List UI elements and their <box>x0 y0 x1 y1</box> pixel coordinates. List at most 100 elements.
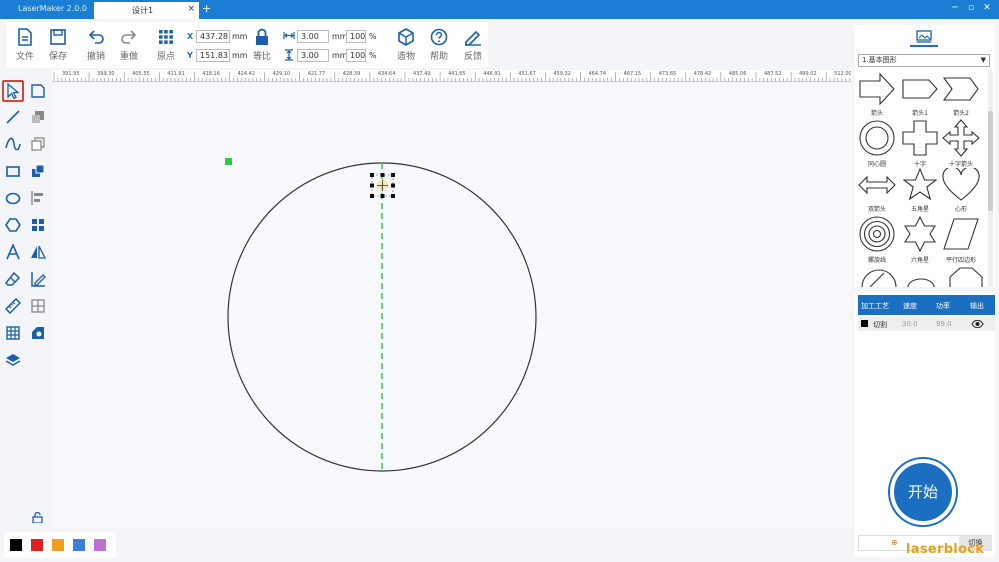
build-button[interactable]: 造物 <box>389 28 423 62</box>
parallelogram-icon <box>943 218 979 250</box>
ruler-label: 487.52 <box>764 71 782 77</box>
height-input[interactable]: 3.00 <box>297 49 329 62</box>
image-icon[interactable] <box>916 30 932 43</box>
group-tool[interactable] <box>27 106 49 128</box>
shape-arrow[interactable]: 箭头 <box>856 72 898 122</box>
copy-tool[interactable] <box>27 133 49 155</box>
select-tool[interactable] <box>2 80 24 102</box>
array-tool[interactable] <box>27 214 49 236</box>
shape-arrow2[interactable]: 箭头2 <box>940 72 982 122</box>
undo-label: 撤销 <box>86 52 105 62</box>
tab-close-icon[interactable]: × <box>187 4 195 14</box>
color-swatch-purple[interactable] <box>94 539 106 551</box>
cube-icon <box>398 28 414 46</box>
camera-tool[interactable] <box>27 322 49 344</box>
scrollbar-thumb[interactable] <box>988 111 993 211</box>
width-input[interactable]: 3.00 <box>297 30 329 43</box>
ruler-label: 451.67 <box>518 71 536 77</box>
shape-heart[interactable]: 心形 <box>940 168 982 218</box>
header-speed: 速度 <box>903 302 917 310</box>
rectangle-tool[interactable] <box>2 160 24 182</box>
shape-cross[interactable]: 十字 <box>899 119 941 169</box>
shape-ring[interactable]: 同心圆 <box>856 119 898 169</box>
polygon-tool[interactable] <box>2 214 24 236</box>
save-button[interactable]: 保存 <box>41 28 75 62</box>
shape-star5[interactable]: 五角星 <box>899 168 941 218</box>
shape-category-select[interactable]: 1.基本图形 ▼ <box>858 54 990 67</box>
color-swatch-red[interactable] <box>31 539 43 551</box>
file-button[interactable]: 文件 <box>8 28 42 62</box>
help-icon <box>430 28 448 46</box>
shape-scrollbar[interactable] <box>988 71 993 287</box>
node-edit-tool[interactable] <box>27 80 49 102</box>
process-row-cut[interactable]: 切割 30.0 99.0 <box>858 317 995 331</box>
maximize-icon[interactable]: ▫ <box>964 3 978 13</box>
measure-tool[interactable] <box>2 295 24 317</box>
double-arrow-icon <box>858 175 896 195</box>
align-tool[interactable] <box>27 187 49 209</box>
file-icon <box>18 28 32 46</box>
ruler-label: 464.74 <box>588 71 607 77</box>
text-tool[interactable] <box>2 241 24 263</box>
add-circle-icon: ⊕ <box>891 538 898 547</box>
y-input[interactable]: 151.83 <box>196 49 230 62</box>
undo-button[interactable]: 撤销 <box>79 28 113 62</box>
redo-button[interactable]: 重做 <box>112 28 146 62</box>
color-swatch-orange[interactable] <box>52 539 64 551</box>
chevron-down-icon: ▼ <box>980 56 986 64</box>
ruler-label: 391.95 <box>62 71 80 77</box>
color-swatch-black[interactable] <box>10 539 22 551</box>
shape-double-arrow[interactable]: 双箭头 <box>856 168 898 218</box>
feedback-button[interactable]: 反馈 <box>456 28 490 62</box>
shape-parallelogram[interactable]: 平行四边形 <box>940 215 982 265</box>
eraser-tool[interactable] <box>2 268 24 290</box>
unlock-icon[interactable] <box>32 512 43 523</box>
process-table-header: 加工工艺 速度 功率 输出 <box>858 295 995 315</box>
chart-pen-icon <box>31 272 46 287</box>
ellipse-tool[interactable] <box>2 187 24 209</box>
shape-cross-arrow[interactable]: 十字箭头 <box>940 119 982 169</box>
table-tool[interactable] <box>2 322 24 344</box>
shape-star6[interactable]: 六角星 <box>899 215 941 265</box>
height-pct-sign: % <box>369 51 377 60</box>
build-label: 造物 <box>396 52 415 62</box>
layout-tool[interactable] <box>27 295 49 317</box>
app-title: LaserMaker 2.0.0 <box>18 4 87 13</box>
x-input[interactable]: 437.28 <box>196 30 230 43</box>
ruler-label: 512.00 <box>834 71 851 77</box>
tab-design1[interactable]: 设计1 × <box>94 2 199 19</box>
ruler-label: 473.65 <box>658 71 677 77</box>
width-pct-sign: % <box>369 32 377 41</box>
shape-arrow1[interactable]: 箭头1 <box>899 72 941 122</box>
line-tool[interactable] <box>2 106 24 128</box>
layers-tool[interactable] <box>2 349 24 371</box>
add-tab-icon[interactable]: + <box>202 2 211 15</box>
color-swatch-blue[interactable] <box>73 539 85 551</box>
y-label: Y <box>187 51 193 60</box>
width-percent-input[interactable]: 100 <box>346 30 366 43</box>
curve-tool[interactable] <box>2 133 24 155</box>
ruler-label: 424.42 <box>237 71 256 77</box>
height-percent-input[interactable]: 100 <box>346 49 366 62</box>
design-canvas[interactable] <box>52 83 851 528</box>
watermark-logo: laserblock <box>906 542 985 557</box>
undo-icon <box>88 30 104 44</box>
header-output: 输出 <box>970 302 984 310</box>
selection-box[interactable] <box>370 173 395 198</box>
ratio-lock-button[interactable]: 等比 <box>245 28 279 62</box>
shape-spiral[interactable]: 螺旋线 <box>856 215 898 265</box>
help-button[interactable]: 帮助 <box>422 28 456 62</box>
width-icon <box>283 32 295 39</box>
save-label: 保存 <box>48 52 67 62</box>
anchor-button[interactable]: 原点 <box>149 28 183 62</box>
layout-icon <box>31 299 45 313</box>
grid-anchor-icon <box>159 30 173 44</box>
close-window-icon[interactable]: ✕ <box>980 3 994 13</box>
boolean-tool[interactable] <box>27 160 49 182</box>
minimize-icon[interactable]: ─ <box>948 3 962 13</box>
draw-tool[interactable] <box>27 268 49 290</box>
start-button[interactable]: 开始 <box>890 459 956 525</box>
eye-icon[interactable] <box>971 320 984 328</box>
pointer-icon <box>7 83 20 99</box>
mirror-tool[interactable] <box>27 241 49 263</box>
